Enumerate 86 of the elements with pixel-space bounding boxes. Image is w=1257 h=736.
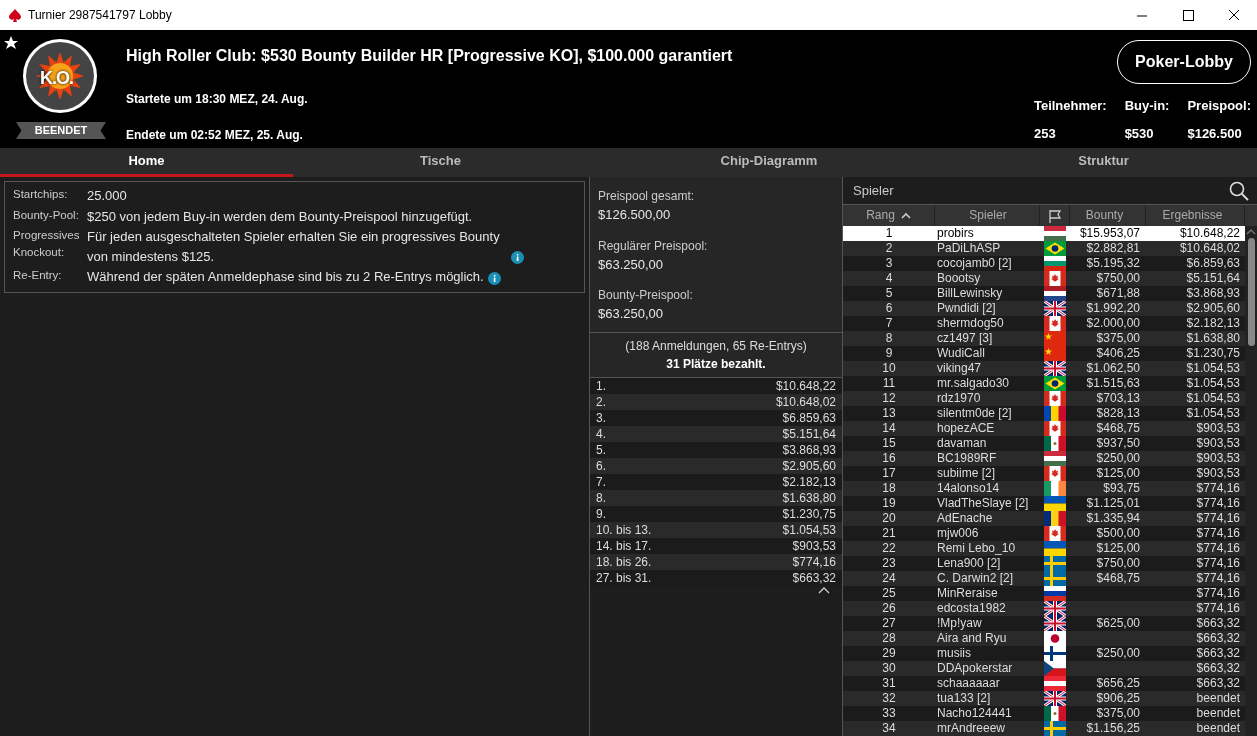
payout-amount: $774,16 bbox=[792, 553, 836, 570]
window-title: Turnier 2987541797 Lobby bbox=[28, 7, 172, 24]
scroll-up-icon[interactable] bbox=[1245, 228, 1257, 236]
payout-amount: $663,32 bbox=[792, 569, 836, 586]
collapse-caret-icon[interactable] bbox=[818, 585, 830, 594]
table-row[interactable]: 16 BC1989RF $250,00 $903,53 bbox=[843, 451, 1245, 466]
info-label: Startchips: bbox=[13, 187, 69, 202]
payout-place: 8. bbox=[596, 489, 606, 506]
tab[interactable]: Chip-Diagramm bbox=[588, 148, 950, 177]
table-row[interactable]: 26 edcosta1982 $774,16 bbox=[843, 601, 1245, 616]
stat-value: 253 bbox=[1033, 124, 1057, 143]
table-row[interactable]: 14 hopezACE $468,75 $903,53 bbox=[843, 421, 1245, 436]
status-badge: BEENDET bbox=[16, 122, 106, 139]
stat-value: $530 bbox=[1124, 124, 1155, 143]
payout-amount: $6.859,63 bbox=[782, 409, 836, 426]
spade-icon bbox=[8, 8, 22, 22]
poker-lobby-button[interactable]: Poker-Lobby bbox=[1117, 40, 1251, 84]
paid-places-text: 31 Plätze bezahlt. bbox=[665, 355, 767, 373]
payout-amount: $3.868,93 bbox=[782, 441, 836, 458]
info-value: $250 von jedem Buy-in werden dem Bounty-Preispool hinzugefügt. bbox=[87, 207, 473, 226]
tab[interactable]: Tische bbox=[293, 148, 588, 177]
table-row[interactable]: 20 AdEnache $1.335,94 $774,16 bbox=[843, 511, 1245, 526]
info-label: Progressives Knockout: bbox=[13, 228, 81, 261]
table-row[interactable]: 18 14alonso14 $93,75 $774,16 bbox=[843, 481, 1245, 496]
payout-amount: $903,53 bbox=[792, 537, 836, 554]
end-time: Endete um 02:52 MEZ, 25. Aug. bbox=[126, 127, 304, 144]
info-value: 25.000 bbox=[87, 187, 127, 205]
table-row[interactable]: 30 DDApokerstar $663,32 bbox=[843, 661, 1245, 676]
payout-amount: $1.054,53 bbox=[782, 521, 836, 538]
table-row[interactable]: 24 C. Darwin2 [2] $468,75 $774,16 bbox=[843, 571, 1245, 586]
entries-text: (188 Anmeldungen, 65 Re-Entrys) bbox=[624, 337, 808, 355]
tournament-title: High Roller Club: $530 Bounty Builder HR [Progressive KO], $100.000 garantiert bbox=[126, 46, 734, 66]
payout-place: 7. bbox=[596, 473, 606, 490]
payout-place: 3. bbox=[596, 409, 606, 426]
table-row[interactable]: 6 Pwndidi [2] $1.992,20 $2.905,60 bbox=[843, 301, 1245, 316]
info-label: Bounty-Pool: bbox=[13, 207, 80, 223]
info-value: Während der späten Anmeldephase sind bis zu 2 Re-Entrys möglich. bbox=[87, 268, 484, 286]
pool-label: Preispool gesamt: bbox=[598, 188, 696, 205]
table-row[interactable]: 28 Aira and Ryu $663,32 bbox=[843, 631, 1245, 646]
pool-amount: $63.250,00 bbox=[598, 305, 665, 323]
search-field[interactable]: Spieler bbox=[851, 179, 1229, 202]
pool-label: Bounty-Preispool: bbox=[598, 287, 694, 304]
table-row[interactable]: 12 rdz1970 $703,13 $1.054,53 bbox=[843, 391, 1245, 406]
stat-label: Buy-in: bbox=[1124, 97, 1170, 115]
payout-amount: $1.230,75 bbox=[782, 505, 836, 522]
stat-label: Teilnehmer: bbox=[1033, 97, 1107, 115]
payout-place: 5. bbox=[596, 441, 606, 458]
payout-place: 18. bis 26. bbox=[596, 553, 652, 570]
table-row[interactable]: 34 mrAndreeew $1.156,25 beendet bbox=[843, 721, 1245, 736]
star-icon bbox=[3, 35, 19, 51]
table-row[interactable]: 8 cz1497 [3] $375,00 $1.638,80 bbox=[843, 331, 1245, 346]
payout-place: 1. bbox=[596, 377, 606, 394]
pool-amount: $126.500,00 bbox=[598, 206, 672, 224]
payout-amount: $2.182,13 bbox=[782, 473, 836, 490]
info-icon[interactable] bbox=[487, 271, 501, 285]
payout-amount: $2.905,60 bbox=[782, 457, 836, 474]
search-icon[interactable] bbox=[1229, 180, 1249, 201]
payout-place: 10. bis 13. bbox=[596, 521, 652, 538]
payout-place: 14. bis 17. bbox=[596, 537, 652, 554]
payout-amount: $10.648,02 bbox=[775, 393, 836, 410]
stat-label: Preispool: bbox=[1187, 97, 1251, 115]
table-row[interactable]: 32 tua133 [2] $906,25 beendet bbox=[843, 691, 1245, 706]
info-label: Re-Entry: bbox=[13, 268, 63, 283]
table-row[interactable]: 4 Boootsy $750,00 $5.151,64 bbox=[843, 271, 1245, 286]
logo-text: K.O. bbox=[40, 67, 73, 90]
payout-place: 2. bbox=[596, 393, 606, 410]
payout-amount: $10.648,22 bbox=[775, 377, 836, 394]
start-time: Startete um 18:30 MEZ, 24. Aug. bbox=[126, 91, 309, 108]
payout-place: 4. bbox=[596, 425, 606, 442]
tab[interactable]: Struktur bbox=[950, 148, 1257, 177]
scrollbar-thumb[interactable] bbox=[1247, 238, 1255, 346]
payout-place: 27. bis 31. bbox=[596, 569, 652, 586]
payout-place: 6. bbox=[596, 457, 606, 474]
payout-amount: $5.151,64 bbox=[782, 425, 836, 442]
table-row[interactable]: 2 PaDiLhASP $2.882,81 $10.648,02 bbox=[843, 241, 1245, 256]
stat-value: $126.500 bbox=[1187, 124, 1243, 143]
pool-amount: $63.250,00 bbox=[598, 255, 665, 274]
table-row[interactable]: 10 viking47 $1.062,50 $1.054,53 bbox=[843, 361, 1245, 376]
table-row[interactable]: 22 Remi Lebo_10 $125,00 $774,16 bbox=[843, 541, 1245, 556]
info-icon[interactable] bbox=[511, 251, 524, 264]
info-value: Für jeden ausgeschalteten Spieler erhalten Sie ein progressives Bounty von mindestens $125. bbox=[87, 228, 501, 266]
payout-place: 9. bbox=[596, 505, 606, 522]
table-row[interactable]: 1 probirs $15.953,07 $10.648,22 bbox=[843, 226, 1245, 241]
payout-amount: $1.638,80 bbox=[782, 489, 836, 506]
flag-icon bbox=[1047, 208, 1062, 223]
pool-label: Regulärer Preispool: bbox=[598, 237, 709, 255]
